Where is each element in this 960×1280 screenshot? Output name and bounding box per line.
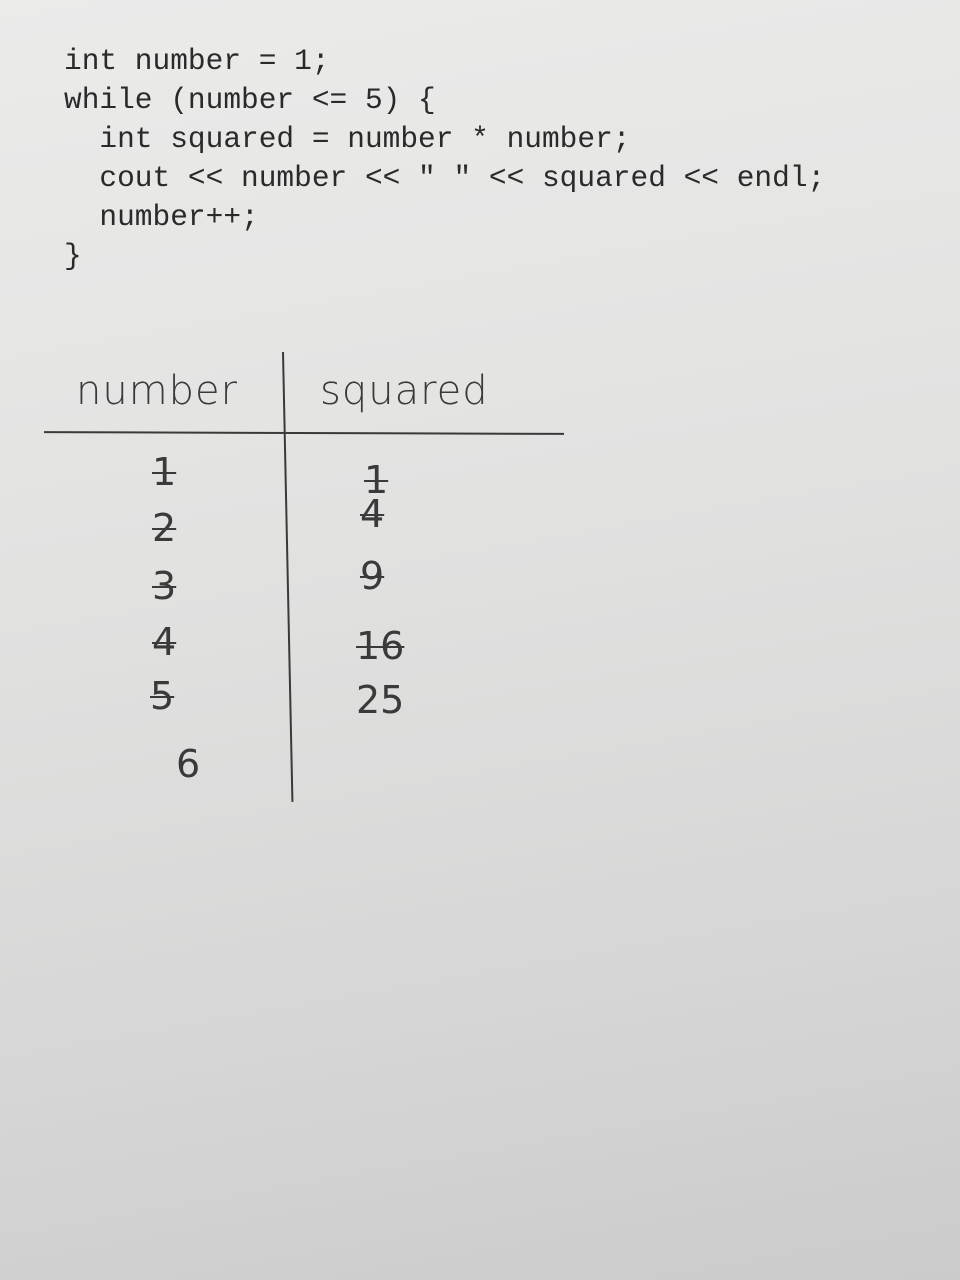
code-line: } [64, 239, 82, 273]
table-vertical-rule [282, 351, 294, 802]
code-line: while (number <= 5) { [64, 83, 436, 117]
code-listing: int number = 1; while (number <= 5) { in… [64, 42, 825, 276]
header-number: number [76, 368, 239, 414]
number-cell: 6 [176, 742, 201, 786]
code-line: cout << number << " " << squared << endl… [64, 161, 826, 195]
code-line: number++; [64, 200, 259, 234]
code-line: int number = 1; [64, 44, 330, 78]
code-line: int squared = number * number; [64, 122, 631, 156]
number-cell: 3 [152, 564, 177, 608]
squared-cell: 16 [356, 624, 405, 668]
number-cell: 4 [152, 620, 177, 664]
number-cell: 1 [152, 450, 177, 494]
header-squared: squared [320, 368, 489, 414]
number-cell: 5 [150, 674, 175, 718]
table-horizontal-rule [43, 431, 565, 435]
number-cell: 2 [152, 506, 177, 550]
squared-cell: 9 [360, 554, 385, 598]
squared-cell: 4 [360, 492, 385, 536]
squared-cell: 25 [356, 678, 405, 722]
